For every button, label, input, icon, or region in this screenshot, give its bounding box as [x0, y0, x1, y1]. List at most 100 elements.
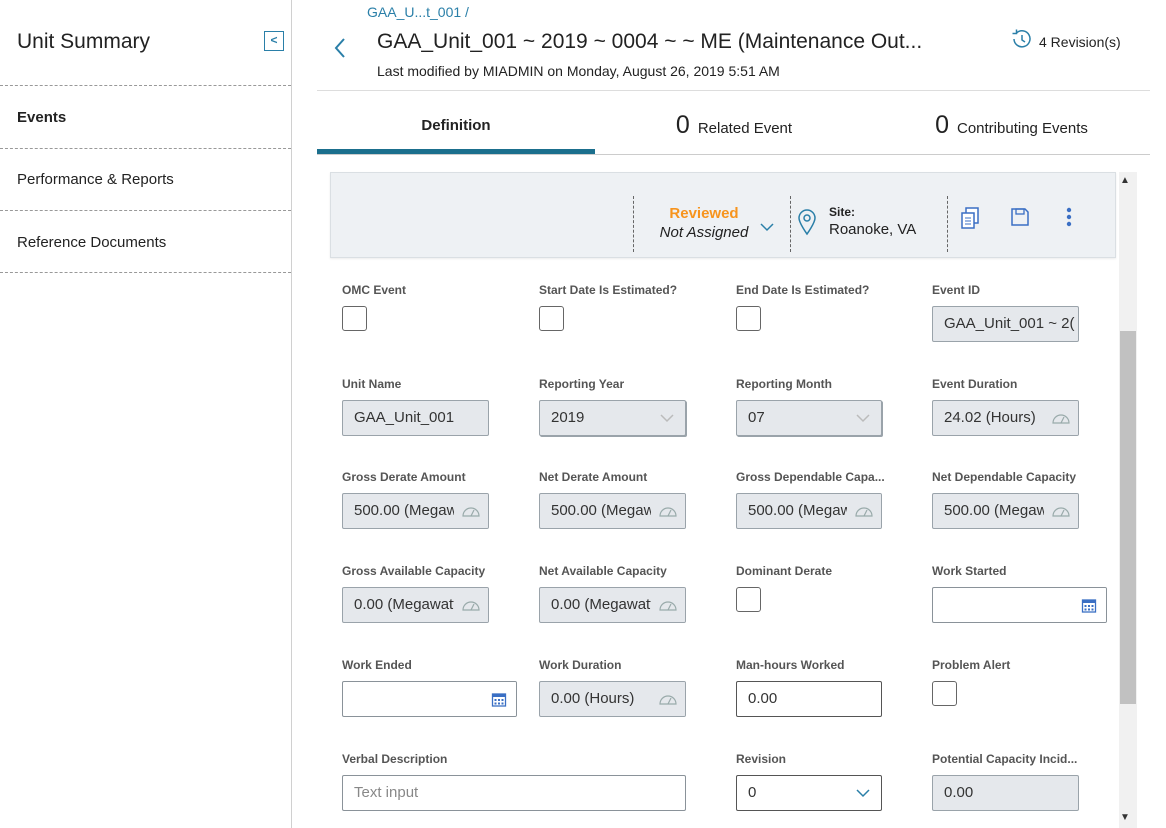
potential-capacity-field[interactable]: 0.00: [932, 775, 1079, 811]
divider: [947, 196, 948, 252]
sidebar-item-events[interactable]: Events: [17, 109, 66, 126]
calendar-icon[interactable]: [1072, 588, 1106, 622]
gauge-icon: [651, 588, 685, 622]
start-date-estimated-checkbox[interactable]: [539, 306, 564, 331]
tab-label: Related Event: [697, 119, 793, 137]
field-label: Start Date Is Estimated?: [539, 283, 678, 297]
gross-derate-amount-field[interactable]: 500.00 (Megawatts): [342, 493, 489, 529]
copy-document-icon[interactable]: [960, 206, 982, 235]
sidebar-item-performance-reports[interactable]: Performance & Reports: [17, 171, 174, 188]
net-dependable-capacity-field[interactable]: 500.00 (Megawatts): [932, 493, 1079, 529]
manhours-worked-input[interactable]: 0.00: [736, 681, 882, 717]
field-label: Event Duration: [932, 377, 1018, 391]
gauge-icon: [1044, 494, 1078, 528]
tab-label: Contributing Events: [957, 119, 1088, 137]
field-label: Event ID: [932, 283, 981, 297]
chevron-down-icon[interactable]: [759, 219, 775, 237]
sidebar: Unit Summary < Events Performance & Repo…: [0, 0, 292, 828]
gauge-icon: [454, 588, 488, 622]
problem-alert-checkbox[interactable]: [932, 681, 957, 706]
field-value: 0.00 (Megawatts): [354, 596, 470, 613]
tab-contributing-events[interactable]: 0 Contributing Events: [873, 96, 1150, 154]
state-selector[interactable]: Reviewed Not Assigned: [649, 205, 759, 241]
divider: [0, 272, 291, 273]
more-options-icon[interactable]: [1065, 206, 1073, 233]
event-duration-field[interactable]: 24.02 (Hours): [932, 400, 1079, 436]
state-assignee: Not Assigned: [659, 224, 749, 241]
reporting-year-select[interactable]: 2019: [539, 400, 686, 436]
dominant-derate-checkbox[interactable]: [736, 587, 761, 612]
gross-dependable-capacity-field[interactable]: 500.00 (Megawatts): [736, 493, 882, 529]
gauge-icon: [1044, 401, 1078, 435]
work-started-date-field[interactable]: [932, 587, 1107, 623]
tab-related-event[interactable]: 0 Related Event: [595, 96, 873, 154]
field-label: Gross Dependable Capa...: [736, 470, 885, 484]
field-label: Unit Name: [342, 377, 402, 391]
omc-event-checkbox[interactable]: [342, 306, 367, 331]
history-icon: [1009, 27, 1033, 56]
field-label: Reporting Year: [539, 377, 625, 391]
field-value: 0.00: [944, 784, 974, 801]
site-label: Site:: [829, 205, 856, 219]
net-available-capacity-field[interactable]: 0.00 (Megawatts): [539, 587, 686, 623]
divider: [0, 210, 291, 211]
divider: [0, 148, 291, 149]
back-chevron-icon[interactable]: [333, 36, 347, 66]
net-derate-amount-field[interactable]: 500.00 (Megawatts): [539, 493, 686, 529]
scroll-up-arrow-icon[interactable]: ▲: [1120, 175, 1130, 186]
last-modified-text: Last modified by MIADMIN on Monday, Augu…: [377, 63, 780, 79]
field-label: Work Started: [932, 564, 1007, 578]
gauge-icon: [454, 494, 488, 528]
sidebar-item-reference-documents[interactable]: Reference Documents: [17, 234, 166, 251]
breadcrumb[interactable]: GAA_U...t_001 /: [367, 4, 469, 20]
field-label: Revision: [736, 752, 787, 766]
status-bar: Reviewed Not Assigned Site: Roanoke, VA: [330, 172, 1116, 258]
field-label: Work Duration: [539, 658, 622, 672]
gross-available-capacity-field[interactable]: 0.00 (Megawatts): [342, 587, 489, 623]
field-value: 0: [748, 784, 757, 801]
field-label: Gross Derate Amount: [342, 470, 466, 484]
save-icon[interactable]: [1009, 206, 1031, 233]
unit-name-field[interactable]: GAA_Unit_001: [342, 400, 489, 436]
field-label: Potential Capacity Incid...: [932, 752, 1078, 766]
collapse-sidebar-icon[interactable]: <: [264, 31, 284, 51]
field-value: 24.02 (Hours): [944, 409, 1036, 426]
chevron-down-icon: [855, 401, 871, 435]
field-value: 0.00 (Hours): [551, 690, 635, 707]
scrollbar-thumb[interactable]: [1120, 331, 1136, 704]
field-label: OMC Event: [342, 283, 407, 297]
gauge-icon: [651, 494, 685, 528]
revision-select[interactable]: 0: [736, 775, 882, 811]
revisions-link[interactable]: 4 Revision(s): [1009, 27, 1121, 56]
field-label: Man-hours Worked: [736, 658, 845, 672]
reporting-month-select[interactable]: 07: [736, 400, 882, 436]
chevron-down-icon: [659, 401, 675, 435]
tab-definition[interactable]: Definition: [317, 96, 595, 154]
field-label: End Date Is Estimated?: [736, 283, 870, 297]
sidebar-title: Unit Summary: [17, 30, 151, 53]
divider: [317, 90, 1150, 91]
work-ended-date-field[interactable]: [342, 681, 517, 717]
page-title: GAA_Unit_001 ~ 2019 ~ 0004 ~ ~ ME (Maint…: [377, 30, 923, 53]
verbal-description-input[interactable]: Text input: [342, 775, 686, 811]
tab-label: Definition: [421, 116, 491, 134]
field-value: GAA_Unit_001: [354, 409, 455, 426]
location-pin-icon: [797, 208, 817, 241]
site-value: Roanoke, VA: [829, 221, 917, 238]
end-date-estimated-checkbox[interactable]: [736, 306, 761, 331]
field-value: 2019: [551, 409, 585, 426]
event-id-field[interactable]: GAA_Unit_001 ~ 2(: [932, 306, 1079, 342]
field-value: 07: [748, 409, 765, 426]
scroll-down-arrow-icon[interactable]: ▼: [1120, 812, 1130, 823]
field-label: Gross Available Capacity: [342, 564, 486, 578]
work-duration-field[interactable]: 0.00 (Hours): [539, 681, 686, 717]
active-tab-indicator: [317, 149, 595, 154]
calendar-icon[interactable]: [482, 682, 516, 716]
state-label: Reviewed: [669, 205, 739, 222]
field-label: Net Derate Amount: [539, 470, 648, 484]
chevron-down-icon: [855, 776, 871, 810]
field-value: GAA_Unit_001 ~ 2(: [944, 315, 1075, 332]
field-label: Verbal Description: [342, 752, 448, 766]
tab-count: 0: [675, 110, 690, 139]
tab-count: 0: [935, 110, 949, 139]
